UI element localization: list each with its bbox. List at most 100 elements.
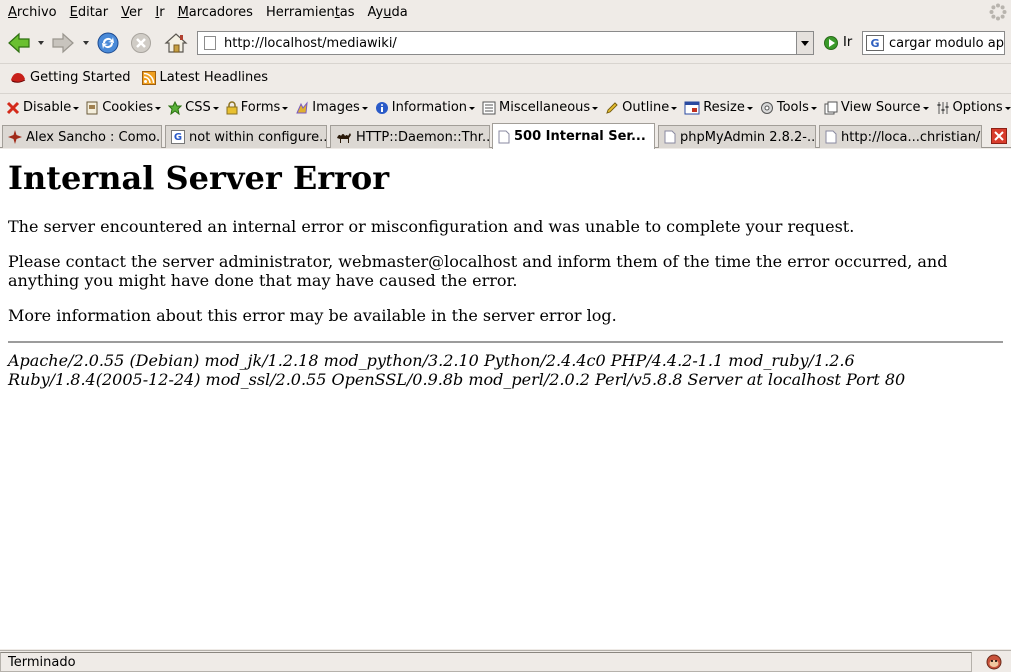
reload-icon: [97, 32, 119, 54]
tab-not-within-configure[interactable]: G not within configure...: [165, 125, 327, 148]
star-icon: [8, 130, 22, 144]
source-icon: [824, 101, 838, 114]
url-text[interactable]: http://localhost/mediawiki/: [224, 36, 397, 51]
chevron-down-icon: [801, 40, 809, 46]
menu-ayuda[interactable]: Ayuda: [368, 5, 408, 20]
tab-strip: Alex Sancho : Como... G not within confi…: [0, 123, 1011, 149]
back-history-dropdown[interactable]: [38, 41, 44, 45]
tab-alex-sancho[interactable]: Alex Sancho : Como...: [2, 125, 162, 148]
rss-icon: [141, 70, 156, 85]
tab-label: Alex Sancho : Como...: [26, 129, 162, 145]
tab-500-internal-server-error[interactable]: 500 Internal Ser...: [492, 123, 655, 149]
chevron-down-icon: [212, 107, 219, 110]
menu-ver[interactable]: Ver: [121, 5, 142, 20]
google-search-icon[interactable]: G: [866, 35, 884, 51]
misc-icon: [482, 101, 496, 114]
devbar-css[interactable]: CSS: [168, 100, 219, 115]
menu-marcadores[interactable]: Marcadores: [178, 5, 253, 20]
page-content: Internal Server Error The server encount…: [0, 149, 1011, 649]
devbar-label: Images: [312, 100, 360, 115]
reload-button[interactable]: [95, 30, 121, 56]
menu-herramientas[interactable]: Herramientas: [266, 5, 355, 20]
devbar-options[interactable]: Options: [936, 100, 1011, 115]
search-input[interactable]: cargar modulo ap: [889, 36, 1004, 51]
back-button[interactable]: [6, 31, 32, 55]
page-icon: [825, 130, 837, 144]
close-icon: [994, 131, 1004, 141]
page-icon: [498, 130, 510, 143]
stop-button[interactable]: [129, 31, 153, 55]
menu-editar[interactable]: Editar: [70, 5, 109, 20]
css-icon: [168, 100, 183, 115]
chevron-down-icon: [671, 107, 678, 110]
tab-phpmyadmin[interactable]: phpMyAdmin 2.8.2-...: [658, 125, 816, 148]
status-bar: Terminado: [0, 650, 1011, 672]
error-paragraph-1: The server encountered an internal error…: [8, 217, 855, 236]
home-button[interactable]: [163, 30, 189, 56]
gear-icon: [760, 101, 773, 114]
devbar-images[interactable]: Images: [295, 100, 368, 115]
cookie-icon: [86, 101, 98, 114]
tab-label: phpMyAdmin 2.8.2-...: [680, 129, 816, 145]
close-tab-button[interactable]: [991, 128, 1007, 144]
images-icon: [296, 100, 308, 113]
devbar-cookies[interactable]: Cookies: [86, 100, 162, 115]
devbar-view-source[interactable]: View Source: [824, 100, 929, 115]
devbar-tools[interactable]: Tools: [760, 100, 817, 115]
devbar-disable[interactable]: Disable: [6, 100, 80, 115]
address-bar[interactable]: http://localhost/mediawiki/: [197, 31, 814, 55]
devbar-label: Resize: [703, 100, 745, 115]
chevron-down-icon: [73, 107, 80, 110]
devbar-forms[interactable]: Forms: [226, 100, 289, 115]
bookmark-getting-started[interactable]: Getting Started: [10, 70, 131, 85]
search-box[interactable]: G cargar modulo ap: [862, 31, 1005, 55]
pencil-icon: [606, 101, 618, 114]
menu-ir[interactable]: Ir: [155, 5, 164, 20]
page-title: Internal Server Error: [8, 159, 390, 197]
stop-icon: [131, 33, 151, 53]
web-developer-toolbar: Disable Cookies CSS Forms Images Informa…: [0, 93, 1011, 121]
devbar-information[interactable]: Information: [375, 100, 476, 115]
tab-label: HTTP::Daemon::Thr...: [356, 129, 490, 145]
bookmark-latest-headlines[interactable]: Latest Headlines: [141, 70, 269, 85]
chevron-down-icon: [1004, 107, 1011, 110]
devbar-miscellaneous[interactable]: Miscellaneous: [482, 100, 599, 115]
chevron-down-icon: [155, 107, 162, 110]
forward-history-dropdown[interactable]: [83, 41, 89, 45]
error-paragraph-3: More information about this error may be…: [8, 306, 617, 325]
disable-icon: [6, 101, 20, 114]
go-button[interactable]: Ir: [824, 35, 852, 50]
devbar-label: Disable: [23, 100, 72, 115]
status-text: Terminado: [0, 652, 972, 672]
navigation-toolbar: http://localhost/mediawiki/ Ir G cargar …: [0, 26, 1011, 60]
server-signature-line-1: Apache/2.0.55 (Debian) mod_jk/1.2.18 mod…: [8, 351, 855, 370]
devbar-resize[interactable]: Resize: [684, 100, 753, 115]
go-label: Ir: [843, 35, 853, 50]
tab-http-daemon[interactable]: HTTP::Daemon::Thr...: [330, 125, 490, 148]
page-icon: [204, 36, 216, 50]
back-arrow-icon: [8, 32, 30, 54]
options-icon: [937, 101, 949, 114]
forward-button[interactable]: [50, 31, 76, 55]
devbar-outline[interactable]: Outline: [605, 100, 678, 115]
tab-label: http://loca...christian/: [841, 129, 981, 145]
bookmark-label: Latest Headlines: [159, 70, 269, 85]
info-icon: [375, 101, 388, 114]
menu-bar: Archivo Editar Ver Ir Marcadores Herrami…: [0, 0, 1011, 25]
url-history-dropdown[interactable]: [796, 32, 813, 54]
devbar-label: Cookies: [102, 100, 154, 115]
chevron-down-icon: [592, 107, 599, 110]
devbar-label: Information: [391, 100, 468, 115]
tab-localhost-christian[interactable]: http://loca...christian/: [819, 125, 982, 148]
devbar-label: Tools: [776, 100, 809, 115]
bookmark-label: Getting Started: [30, 70, 131, 85]
devbar-label: View Source: [840, 100, 921, 115]
divider: [8, 341, 1003, 343]
google-icon: G: [171, 130, 185, 144]
menu-archivo[interactable]: Archivo: [8, 5, 57, 20]
lock-icon: [226, 100, 238, 114]
bookmarks-toolbar: Getting Started Latest Headlines: [0, 63, 1011, 91]
monkey-icon[interactable]: [986, 654, 1002, 670]
devbar-label: CSS: [185, 100, 211, 115]
tab-label: not within configure...: [189, 129, 327, 145]
